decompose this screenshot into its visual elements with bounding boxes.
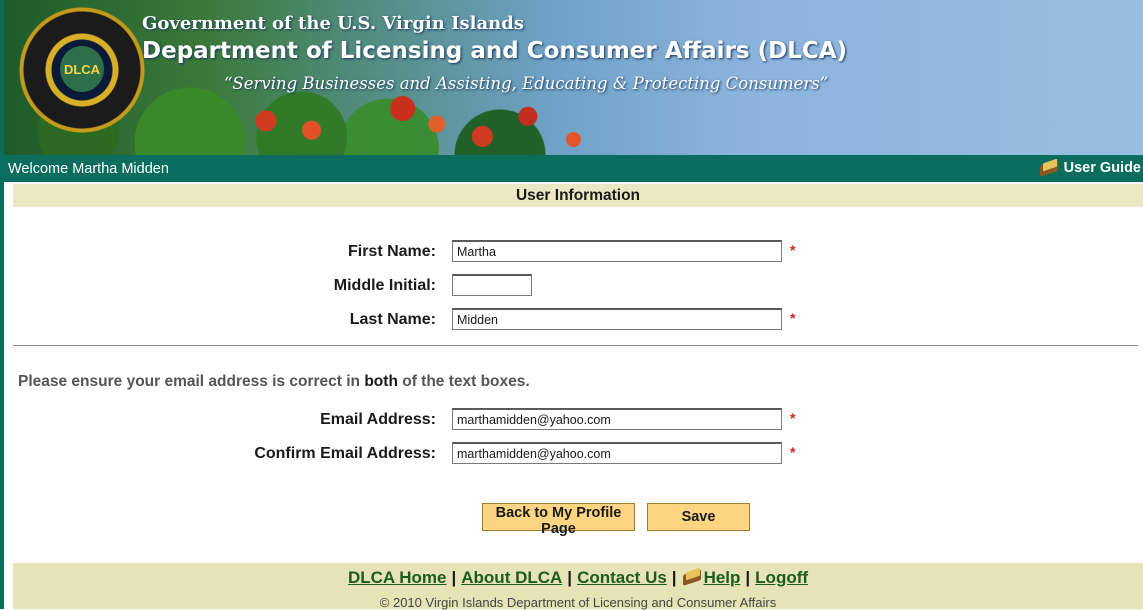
footer-separator: | xyxy=(567,568,573,587)
email-label: Email Address: xyxy=(320,411,436,428)
user-guide-label: User Guide xyxy=(1063,160,1141,176)
email-row: Email Address: xyxy=(4,408,436,432)
middle-initial-row: Middle Initial: xyxy=(4,274,436,298)
user-guide-link[interactable]: User Guide xyxy=(1038,159,1141,177)
confirm-email-label: Confirm Email Address: xyxy=(254,445,436,462)
email-notice-text-start: Please ensure your email address is corr… xyxy=(18,373,365,390)
slogan: “Serving Businesses and Assisting, Educa… xyxy=(224,74,829,93)
dlca-home-link[interactable]: DLCA Home xyxy=(348,568,447,587)
save-button[interactable]: Save xyxy=(647,503,750,531)
about-dlca-link[interactable]: About DLCA xyxy=(461,568,562,587)
contact-us-link[interactable]: Contact Us xyxy=(577,568,667,587)
last-name-label: Last Name: xyxy=(349,311,436,328)
confirm-email-row: Confirm Email Address: xyxy=(4,442,436,466)
welcome-message: Welcome Martha Midden xyxy=(8,161,169,177)
section-divider xyxy=(13,345,1138,346)
back-to-profile-button[interactable]: Back to My Profile Page xyxy=(482,503,635,537)
first-name-label: First Name: xyxy=(347,243,436,260)
page: DLCA Government of the U.S. Virgin Islan… xyxy=(0,0,1143,610)
last-name-row: Last Name: xyxy=(4,308,436,332)
footer-separator: | xyxy=(745,568,751,587)
email-input[interactable] xyxy=(452,408,782,430)
last-name-input[interactable] xyxy=(452,308,782,330)
middle-initial-label: Middle Initial: xyxy=(333,277,436,294)
copyright: © 2010 Virgin Islands Department of Lice… xyxy=(379,595,777,610)
help-link[interactable]: Help xyxy=(704,568,741,587)
email-notice-text-end: of the text boxes. xyxy=(397,373,530,390)
government-title: Government of the U.S. Virgin Islands xyxy=(142,13,524,34)
book-icon xyxy=(1038,159,1060,177)
seal-text: DLCA xyxy=(60,46,104,92)
first-name-row: First Name: xyxy=(4,240,436,264)
logoff-link[interactable]: Logoff xyxy=(755,568,808,587)
department-title: Department of Licensing and Consumer Aff… xyxy=(142,38,848,64)
middle-initial-input[interactable] xyxy=(452,274,532,296)
confirm-email-required-marker: * xyxy=(790,444,796,460)
first-name-required-marker: * xyxy=(790,242,796,258)
dlca-seal-logo: DLCA xyxy=(18,6,146,134)
footer-separator: | xyxy=(671,568,677,587)
header-banner: DLCA Government of the U.S. Virgin Islan… xyxy=(4,0,1143,155)
footer-separator: | xyxy=(451,568,457,587)
footer: DLCA Home | About DLCA | Contact Us | Help | Log… xyxy=(13,563,1143,610)
first-name-input[interactable] xyxy=(452,240,782,262)
confirm-email-input[interactable] xyxy=(452,442,782,464)
footer-links: DLCA Home | About DLCA | Contact Us | Help | Log… xyxy=(13,568,1143,588)
email-required-marker: * xyxy=(790,410,796,426)
welcome-bar: Welcome Martha Midden User Guide xyxy=(4,155,1143,182)
help-book-icon xyxy=(682,569,704,585)
email-notice-emphasis: both xyxy=(364,373,398,390)
last-name-required-marker: * xyxy=(790,310,796,326)
email-notice: Please ensure your email address is corr… xyxy=(18,373,530,391)
section-title: User Information xyxy=(13,184,1143,207)
